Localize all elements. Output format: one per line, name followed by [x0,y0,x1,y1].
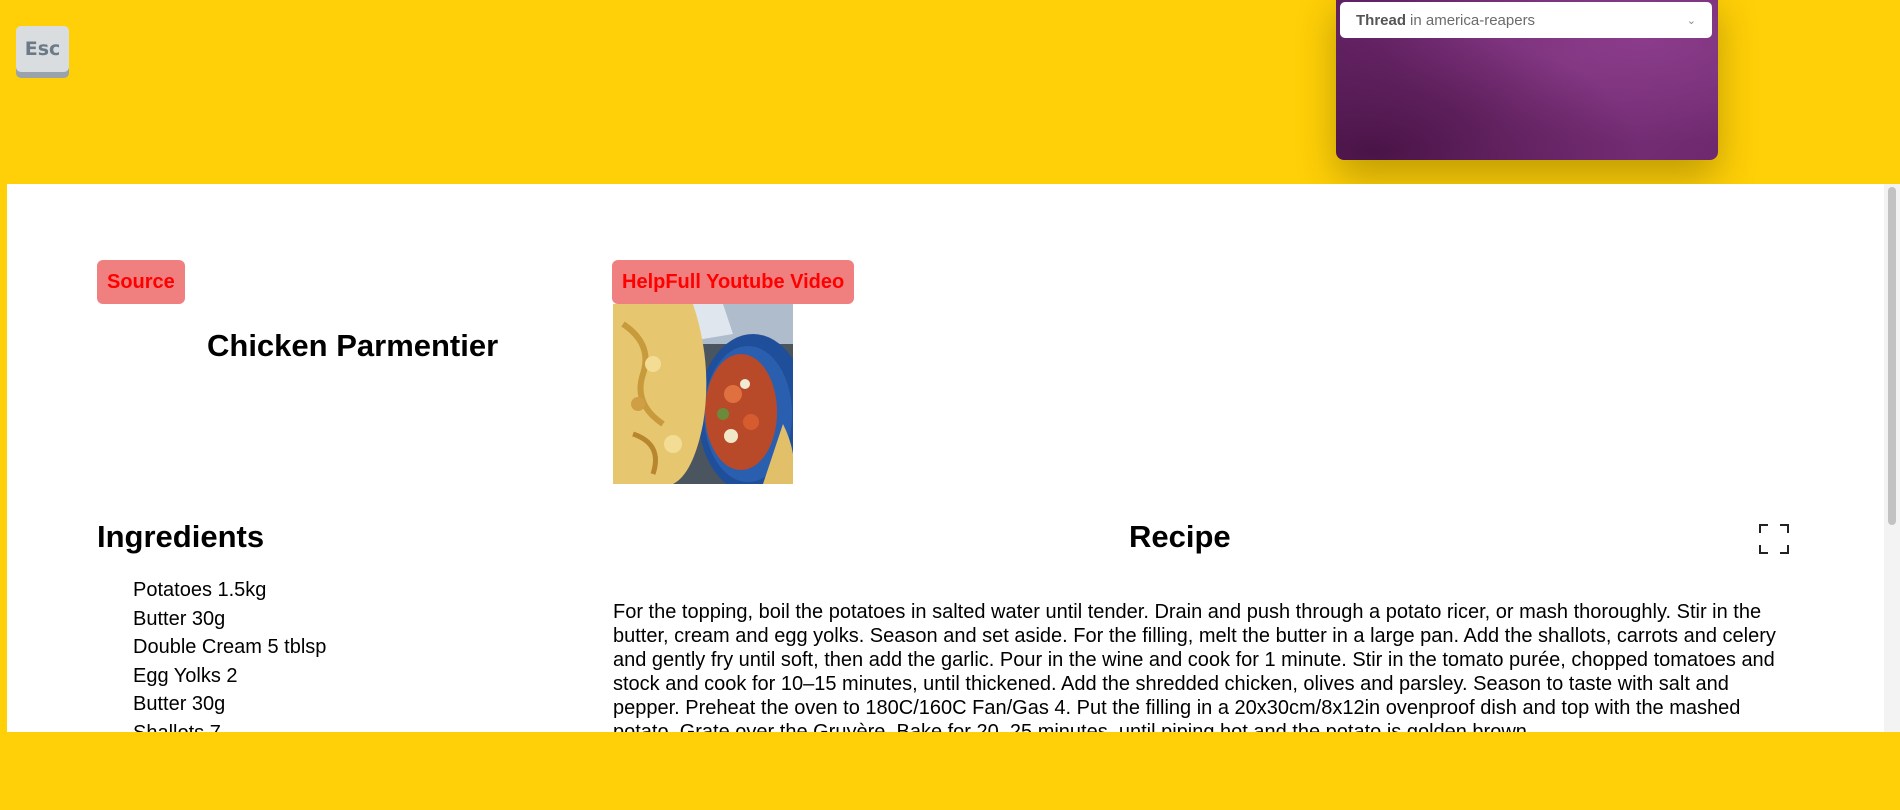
recipe-page: Source HelpFull Youtube Video Chicken Pa… [7,184,1900,732]
list-item: Potatoes 1.5kg [133,579,267,601]
slack-thread-panel: Thread in america-reapers ⌄ [1336,0,1718,160]
fullscreen-icon[interactable] [1758,523,1790,555]
list-item: Shallots 7 [133,719,326,733]
thread-channel: in america-reapers [1410,11,1536,29]
thread-label: Thread [1356,11,1407,29]
recipe-instructions: For the topping, boil the potatoes in sa… [613,601,1776,732]
list-item: Double Cream 5 tblsp [133,636,327,658]
list-item: Butter 30g [133,607,226,630]
esc-key-icon[interactable]: Esc [16,26,69,72]
recipe-title: Chicken Parmentier [207,328,499,363]
list-item: Egg Yolks 2 [133,664,238,687]
bottom-background [0,732,1900,810]
ingredients-heading: Ingredients [97,519,265,554]
source-link[interactable]: Source [97,260,185,304]
scrollbar-thumb[interactable] [1888,187,1896,525]
page-scrollbar[interactable] [1884,184,1900,732]
recipe-heading: Recipe [1129,519,1231,554]
recipe-image [613,304,793,484]
thread-channel-select[interactable]: Thread in america-reapers ⌄ [1340,2,1712,38]
chevron-down-icon: ⌄ [1686,14,1696,27]
youtube-video-link[interactable]: HelpFull Youtube Video [612,260,855,304]
list-item: Butter 30g [133,693,226,715]
ingredients-list: Potatoes 1.5kg Butter 30g Double Cream 5… [133,576,326,732]
